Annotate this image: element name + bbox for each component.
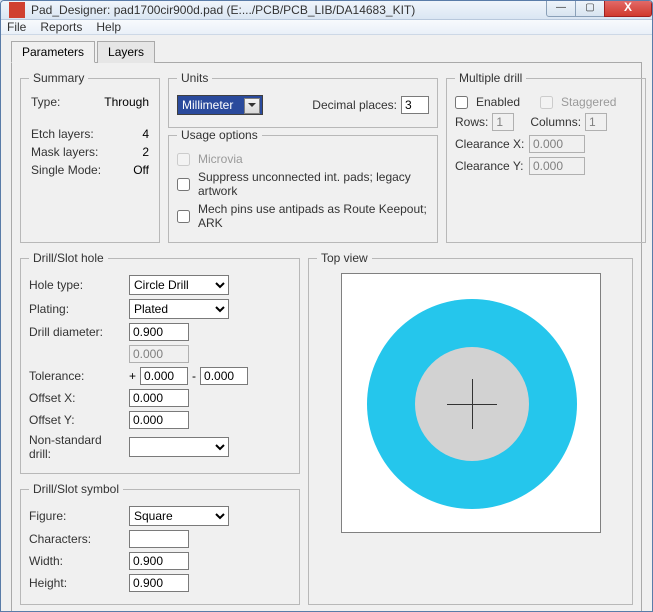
tol-label: Tolerance: xyxy=(29,369,125,383)
tol1-input[interactable] xyxy=(140,367,188,385)
summary-legend: Summary xyxy=(29,71,88,85)
clearx-input xyxy=(529,135,585,153)
mask-value: 2 xyxy=(142,145,149,159)
topview-canvas xyxy=(341,273,601,533)
enabled-checkbox[interactable] xyxy=(455,96,468,109)
symbol-legend: Drill/Slot symbol xyxy=(29,482,123,496)
drill-legend: Drill/Slot hole xyxy=(29,251,108,265)
app-window: Pad_Designer: pad1700cir900d.pad (E:.../… xyxy=(0,0,653,612)
diam-input[interactable] xyxy=(129,323,189,341)
figure-select[interactable]: Square xyxy=(129,506,229,526)
units-legend: Units xyxy=(177,71,212,85)
titlebar[interactable]: Pad_Designer: pad1700cir900d.pad (E:.../… xyxy=(1,1,652,20)
hole-select[interactable]: Circle Drill xyxy=(129,275,229,295)
tab-parameters[interactable]: Parameters xyxy=(11,41,95,63)
multidrill-legend: Multiple drill xyxy=(455,71,526,85)
mech-label: Mech pins use antipads as Route Keepout;… xyxy=(198,202,429,230)
summary-group: Summary Type: Through Etch layers: 4 Mask … xyxy=(20,71,160,243)
rows-label: Rows: xyxy=(455,115,488,129)
cleary-input xyxy=(529,157,585,175)
single-label: Single Mode: xyxy=(31,163,101,177)
topview-legend: Top view xyxy=(317,251,372,265)
chars-label: Characters: xyxy=(29,532,125,546)
offx-input[interactable] xyxy=(129,389,189,407)
cols-label: Columns: xyxy=(530,115,581,129)
height-label: Height: xyxy=(29,576,125,590)
tol-plus: + xyxy=(129,369,136,383)
units-group: Units Millimeter Decimal places: xyxy=(168,71,438,128)
maximize-button[interactable]: ▢ xyxy=(575,0,605,17)
offy-label: Offset Y: xyxy=(29,413,125,427)
drill-group: Drill/Slot hole Hole type: Circle Drill … xyxy=(20,251,300,474)
usage-legend: Usage options xyxy=(177,128,262,142)
menu-reports[interactable]: Reports xyxy=(40,20,82,34)
offy-input[interactable] xyxy=(129,411,189,429)
plating-label: Plating: xyxy=(29,302,125,316)
diam2-input xyxy=(129,345,189,363)
microvia-label: Microvia xyxy=(198,152,243,166)
staggered-label: Staggered xyxy=(561,95,616,109)
diam-label: Drill diameter: xyxy=(29,325,125,339)
decimal-label: Decimal places: xyxy=(312,98,397,112)
tab-panel: Summary Type: Through Etch layers: 4 Mask … xyxy=(11,62,642,612)
units-value: Millimeter xyxy=(182,98,233,112)
width-input[interactable] xyxy=(129,552,189,570)
usage-group: Usage options Microvia Suppress unconnec… xyxy=(168,128,438,243)
enabled-label: Enabled xyxy=(476,95,520,109)
nonstd-label: Non-standard drill: xyxy=(29,433,125,461)
decimal-input[interactable] xyxy=(401,96,429,114)
client-area: Parameters Layers Summary Type: Through E… xyxy=(1,35,652,612)
app-icon xyxy=(9,2,25,18)
offx-label: Offset X: xyxy=(29,391,125,405)
mech-checkbox[interactable] xyxy=(177,210,190,223)
figure-label: Figure: xyxy=(29,509,125,523)
hole-label: Hole type: xyxy=(29,278,125,292)
type-value: Through xyxy=(104,95,149,109)
menu-file[interactable]: File xyxy=(7,20,26,34)
suppress-checkbox[interactable] xyxy=(177,178,190,191)
cols-input xyxy=(585,113,607,131)
tol2-input[interactable] xyxy=(200,367,248,385)
clearx-label: Clearance X: xyxy=(455,137,525,151)
microvia-checkbox xyxy=(177,153,190,166)
rows-input xyxy=(492,113,514,131)
minimize-button[interactable]: — xyxy=(546,0,576,17)
units-select[interactable]: Millimeter xyxy=(177,95,263,115)
symbol-group: Drill/Slot symbol Figure: Square Charact… xyxy=(20,482,300,605)
single-value: Off xyxy=(133,163,149,177)
window-buttons: — ▢ X xyxy=(547,0,652,19)
width-label: Width: xyxy=(29,554,125,568)
topview-group: Top view xyxy=(308,251,633,605)
cleary-label: Clearance Y: xyxy=(455,159,525,173)
menu-help[interactable]: Help xyxy=(96,20,121,34)
plating-select[interactable]: Plated xyxy=(129,299,229,319)
close-button[interactable]: X xyxy=(604,0,652,17)
suppress-label: Suppress unconnected int. pads; legacy a… xyxy=(198,170,429,198)
staggered-checkbox xyxy=(540,96,553,109)
etch-label: Etch layers: xyxy=(31,127,94,141)
menubar: File Reports Help xyxy=(1,20,652,35)
multidrill-group: Multiple drill Enabled Staggered Rows: C… xyxy=(446,71,646,243)
etch-value: 4 xyxy=(142,127,149,141)
type-label: Type: xyxy=(31,95,60,109)
tol-dash: - xyxy=(192,369,196,383)
height-input[interactable] xyxy=(129,574,189,592)
tab-layers[interactable]: Layers xyxy=(97,41,155,63)
nonstd-select[interactable] xyxy=(129,437,229,457)
mask-label: Mask layers: xyxy=(31,145,98,159)
crosshair-icon xyxy=(472,379,473,429)
window-title: Pad_Designer: pad1700cir900d.pad (E:.../… xyxy=(31,3,547,17)
chars-input[interactable] xyxy=(129,530,189,548)
tab-strip: Parameters Layers xyxy=(11,41,642,63)
chevron-down-icon xyxy=(248,103,256,111)
